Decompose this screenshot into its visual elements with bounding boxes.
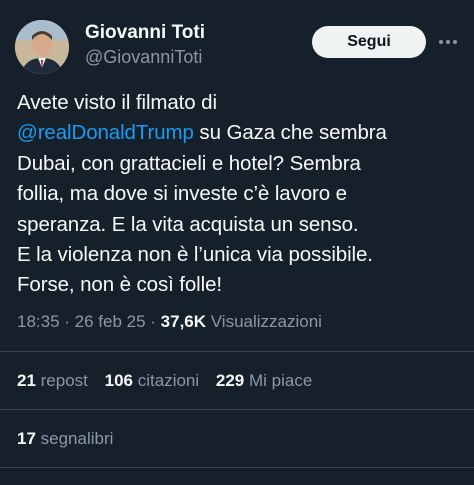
divider	[0, 351, 474, 352]
engagement-stats: 21 repost 106 citazioni 229 Mi piace	[17, 371, 324, 391]
follow-button[interactable]: Segui	[312, 26, 426, 58]
tweet-text: Avete visto il filmato di @realDonaldTru…	[17, 88, 467, 301]
quotes-stat[interactable]: 106 citazioni	[105, 371, 200, 390]
tweet-time[interactable]: 18:35	[17, 312, 60, 331]
tweet-detail: Giovanni Toti @GiovanniToti Segui Avete …	[0, 0, 474, 485]
divider	[0, 409, 474, 410]
author-name[interactable]: Giovanni Toti	[85, 22, 205, 44]
views-label: Visualizzazioni	[206, 312, 322, 331]
bookmarks-stat[interactable]: 17 segnalibri	[17, 429, 113, 449]
tweet-line: speranza. E la vita acquista un senso.	[17, 212, 359, 236]
tweet-line: follia, ma dove si investe c’è lavoro e	[17, 182, 347, 206]
reposts-label: repost	[35, 371, 88, 390]
tweet-date[interactable]: 26 feb 25	[75, 312, 146, 331]
reposts-stat[interactable]: 21 repost	[17, 371, 88, 390]
views-count: 37,6K	[160, 312, 207, 331]
divider	[0, 467, 474, 468]
tweet-line: E la violenza non è l’unica via possibil…	[17, 243, 373, 267]
likes-stat[interactable]: 229 Mi piace	[216, 371, 312, 390]
author-handle[interactable]: @GiovanniToti	[85, 47, 202, 68]
mention-link[interactable]: @realDonaldTrump	[17, 121, 194, 144]
likes-count: 229	[215, 371, 245, 390]
avatar[interactable]	[15, 20, 69, 74]
more-horizontal-icon	[439, 40, 457, 44]
more-options-button[interactable]	[436, 30, 460, 54]
tweet-line: Dubai, con grattacieli e hotel? Sembra	[17, 151, 361, 175]
bookmarks-label: segnalibri	[35, 429, 114, 448]
bookmarks-count: 17	[17, 429, 36, 448]
tweet-line: Forse, non è così folle!	[17, 273, 222, 297]
meta-separator: ·	[59, 312, 75, 331]
quotes-label: citazioni	[133, 371, 200, 390]
quotes-count: 106	[104, 371, 134, 390]
tweet-line: Avete visto il filmato di	[17, 91, 217, 114]
author-photo	[15, 20, 69, 74]
likes-label: Mi piace	[244, 371, 313, 390]
meta-separator: ·	[145, 312, 161, 331]
tweet-line: @realDonaldTrump su Gaza che sembra	[17, 118, 467, 148]
tweet-meta: 18:35 · 26 feb 25 · 37,6K Visualizzazion…	[17, 312, 322, 332]
tweet-line-text: su Gaza che sembra	[193, 121, 387, 145]
reposts-count: 21	[17, 371, 36, 390]
